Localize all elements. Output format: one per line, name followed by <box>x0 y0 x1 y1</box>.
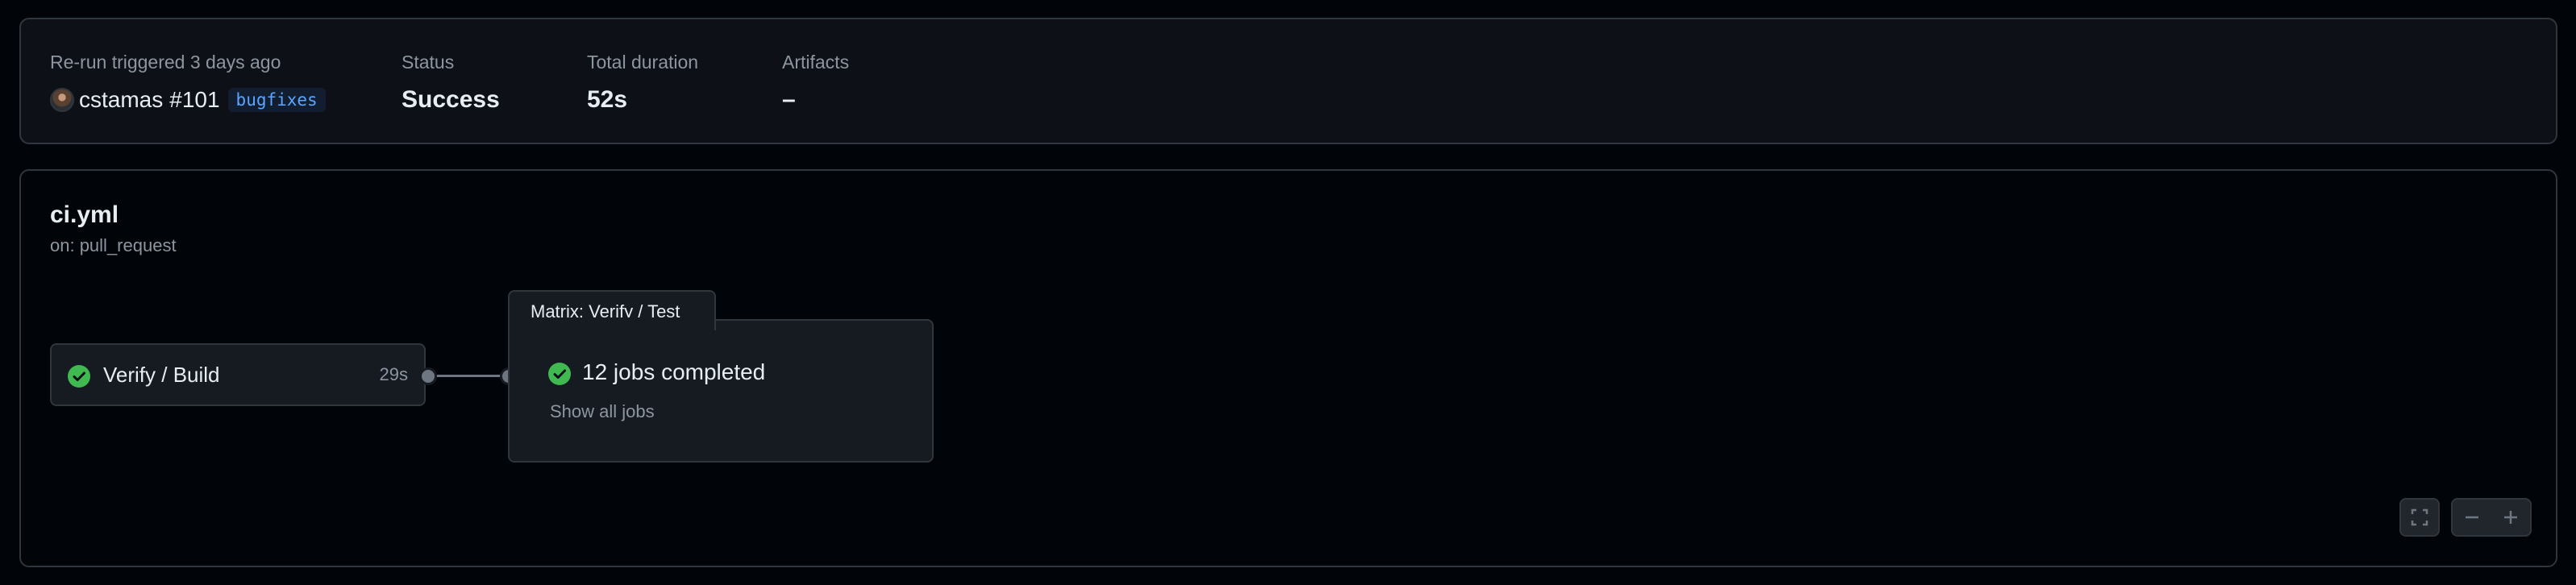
status-value: Success <box>402 86 500 113</box>
duration-label: Total duration <box>587 52 699 73</box>
avatar[interactable] <box>50 88 74 112</box>
job-duration: 29s <box>379 364 408 384</box>
matrix-group-card: 12 jobs completed Show all jobs <box>508 319 934 463</box>
zoom-in-icon <box>2504 511 2517 524</box>
workflow-file-name: ci.yml <box>50 201 119 228</box>
trigger-label: Re-run triggered 3 days ago <box>50 52 281 73</box>
workflow-graph-panel: ci.yml on: pull_request Verify / Build 2… <box>19 169 2557 567</box>
trigger-info: Re-run triggered 3 days ago cstamas #101 … <box>50 50 326 116</box>
run-summary-panel: Re-run triggered 3 days ago cstamas #101 … <box>19 18 2557 144</box>
connector-dot-start <box>419 367 437 385</box>
show-all-jobs-link[interactable]: Show all jobs <box>550 401 655 422</box>
artifacts-info: Artifacts – <box>782 50 849 116</box>
actor-name[interactable]: cstamas <box>79 87 163 112</box>
matrix-summary: 12 jobs completed <box>582 359 766 384</box>
artifacts-value: – <box>782 86 796 113</box>
status-info: Status Success <box>402 50 500 116</box>
check-circle-icon <box>548 363 571 385</box>
workflow-trigger: on: pull_request <box>50 235 177 255</box>
fullscreen-button[interactable] <box>2399 498 2440 537</box>
zoom-controls <box>2451 498 2532 537</box>
zoom-out-button[interactable] <box>2453 500 2491 535</box>
matrix-tab: Matrix: Verify / Test <box>508 290 716 330</box>
run-number: #101 <box>169 87 220 112</box>
status-label: Status <box>402 52 455 73</box>
artifacts-label: Artifacts <box>782 52 850 73</box>
trigger-row: cstamas #101 bugfixes <box>50 84 326 116</box>
duration-value: 52s <box>587 86 628 113</box>
job-name: Verify / Build <box>103 363 220 387</box>
actor-link[interactable]: cstamas #101 <box>79 87 220 113</box>
duration-info: Total duration 52s <box>587 50 698 116</box>
branch-badge[interactable]: bugfixes <box>227 88 326 112</box>
zoom-out-icon <box>2466 516 2478 519</box>
matrix-tab-joiner <box>510 317 714 322</box>
fullscreen-icon <box>2411 508 2428 526</box>
zoom-in-button[interactable] <box>2491 500 2530 535</box>
check-circle-icon <box>68 365 90 388</box>
job-connector-line <box>427 375 508 377</box>
job-card-verify-build[interactable]: Verify / Build 29s <box>50 343 426 406</box>
